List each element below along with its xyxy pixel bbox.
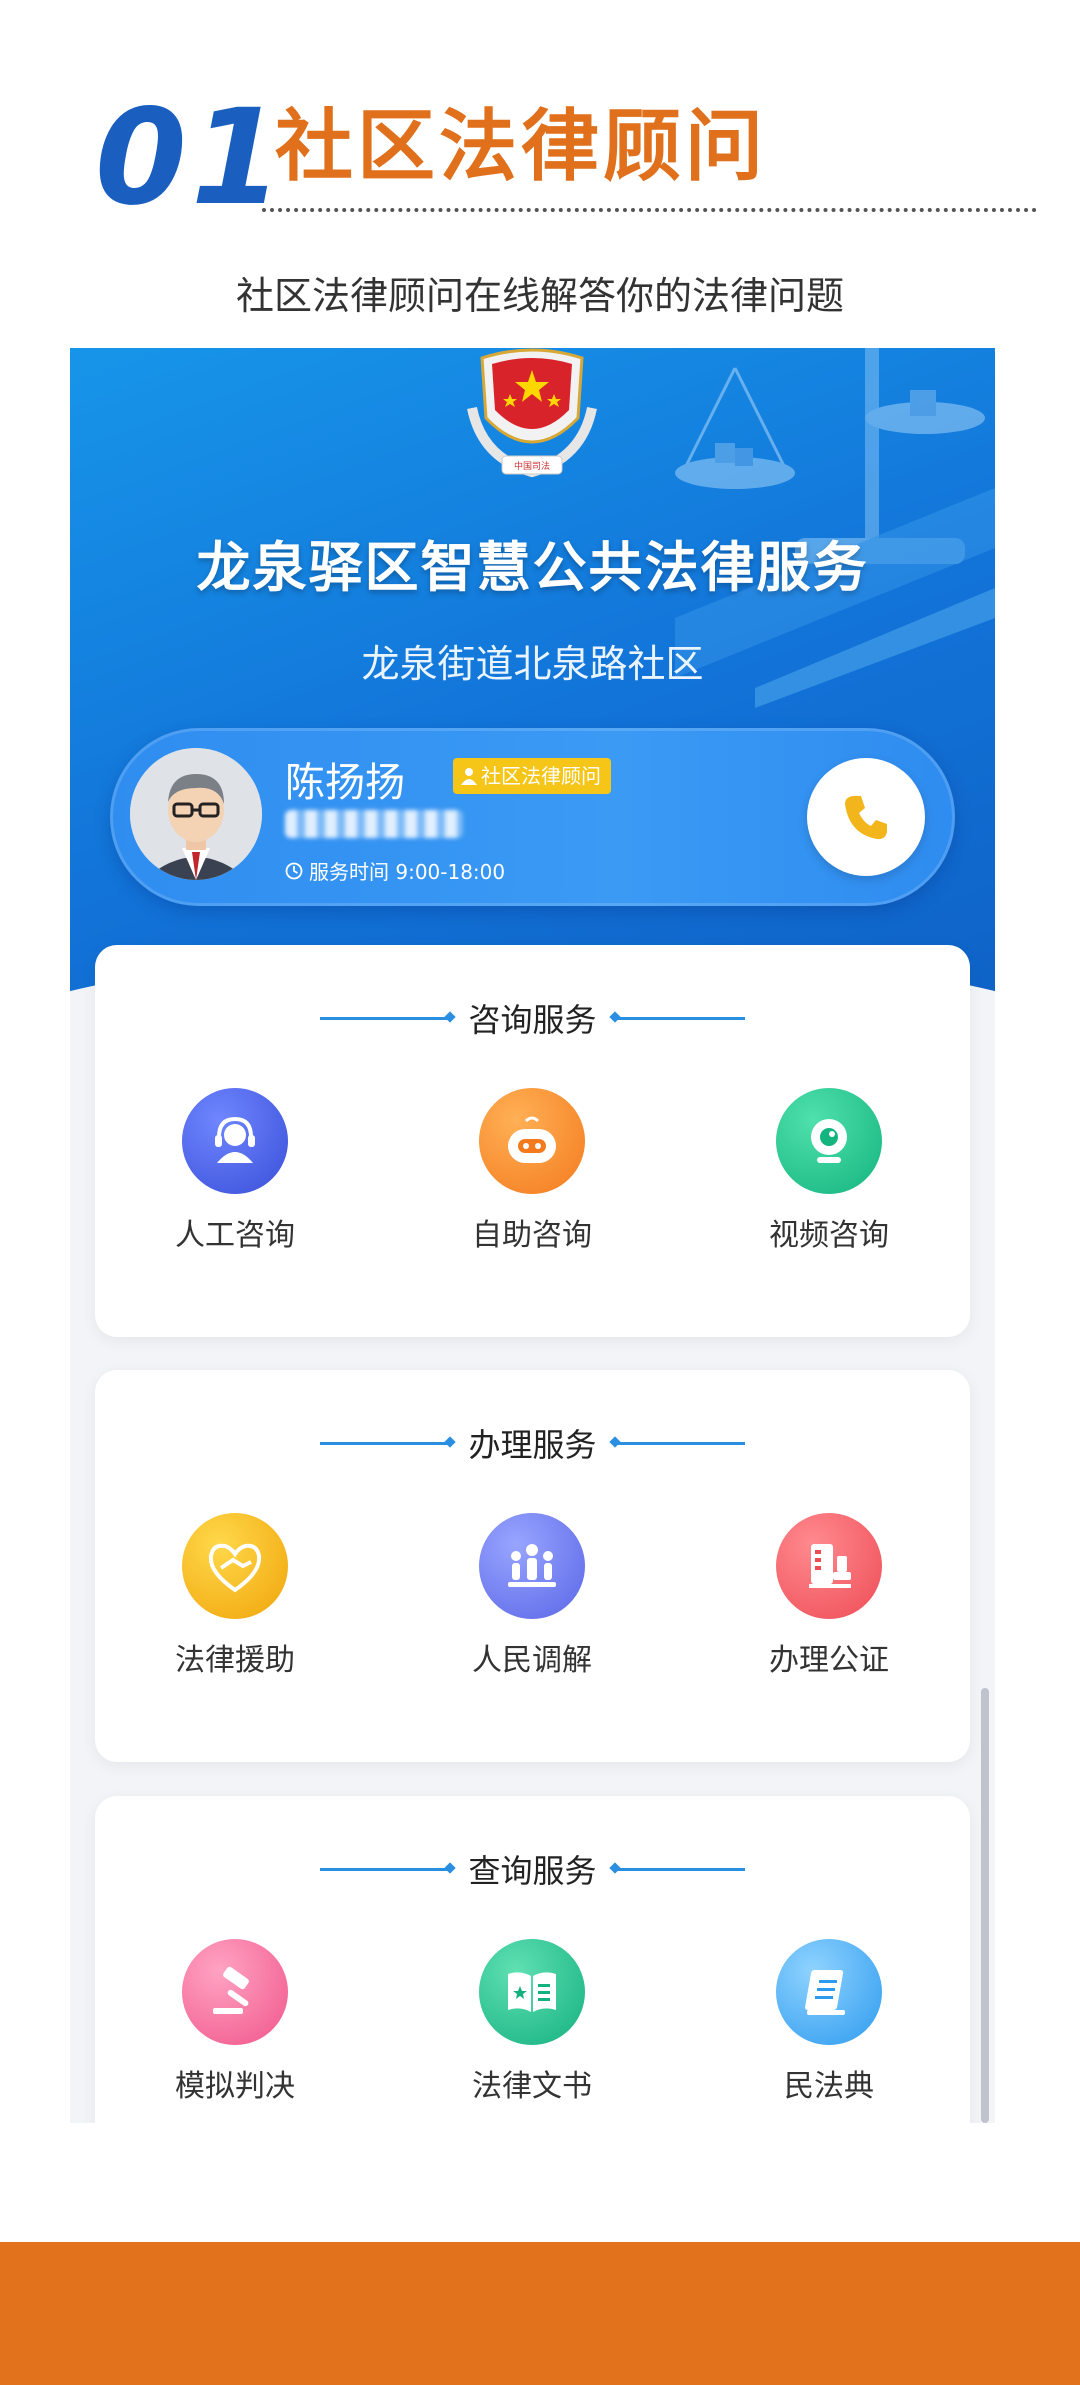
service-item-label: 法律文书: [472, 2069, 592, 2104]
service-item-mock-judgment[interactable]: 模拟判决: [135, 1939, 335, 2105]
headset-person-icon: [182, 1088, 288, 1194]
service-item-notary[interactable]: 办理公证: [729, 1513, 929, 1679]
section-number: 01: [95, 81, 287, 235]
call-button[interactable]: [807, 758, 925, 876]
heading-line-right: [615, 1442, 745, 1445]
notary-stamp-icon: [776, 1513, 882, 1619]
service-item-video-consult[interactable]: 视频咨询: [729, 1088, 929, 1254]
clock-icon: [285, 862, 303, 879]
handshake-heart-icon: [182, 1513, 288, 1619]
emblem-text: 中国司法: [514, 460, 550, 472]
app-screenshot: 中国司法 龙泉驿区智慧公共法律服务 龙泉街道北泉路社区 陈扬扬 社区法律顾问 服…: [70, 348, 995, 2123]
counsel-role-badge: 社区法律顾问: [453, 758, 611, 794]
service-item-label: 模拟判决: [175, 2069, 295, 2104]
service-item-label: 民法典: [784, 2069, 874, 2104]
webcam-icon: [776, 1088, 882, 1194]
counsel-badge-label: 社区法律顾问: [481, 764, 601, 788]
service-hours: 服务时间 9:00-18:00: [285, 856, 505, 885]
service-item-legal-aid[interactable]: 法律援助: [135, 1513, 335, 1679]
scrollbar[interactable]: [981, 1688, 989, 2123]
banner: 中国司法 龙泉驿区智慧公共法律服务 龙泉街道北泉路社区 陈扬扬 社区法律顾问 服…: [70, 348, 995, 1018]
counsel-card[interactable]: 陈扬扬 社区法律顾问 服务时间 9:00-18:00: [110, 728, 955, 906]
service-item-label: 自助咨询: [472, 1218, 592, 1253]
service-item-label: 人工咨询: [175, 1218, 295, 1253]
counsel-phone-redacted: [285, 810, 463, 838]
service-item-label: 人民调解: [472, 1643, 592, 1678]
bottom-band: [0, 2242, 1080, 2385]
counsel-avatar: [130, 748, 262, 880]
card-title: 咨询服务: [468, 1001, 597, 1039]
service-hours-text: 服务时间 9:00-18:00: [309, 860, 506, 884]
card-title: 查询服务: [468, 1852, 597, 1890]
service-item-label: 办理公证: [769, 1643, 889, 1678]
dotted-divider: [262, 208, 1037, 212]
banner-title: 龙泉驿区智慧公共法律服务: [196, 536, 869, 599]
heading-line-right: [615, 1017, 745, 1020]
service-card-consult: 咨询服务 人工咨询 自助咨询 视频咨询: [95, 945, 970, 1337]
service-item-civil-code[interactable]: 民法典: [729, 1939, 929, 2105]
people-group-icon: [479, 1513, 585, 1619]
person-icon: [461, 768, 477, 785]
service-item-label: 视频咨询: [769, 1218, 889, 1253]
section-subtitle: 社区法律顾问在线解答你的法律问题: [235, 274, 844, 318]
phone-icon: [845, 796, 887, 840]
gavel-icon: [182, 1939, 288, 2045]
civil-code-book-icon: [776, 1939, 882, 2045]
robot-icon: [479, 1088, 585, 1194]
section-title: 社区法律顾问: [275, 102, 768, 192]
justice-emblem-icon: 中国司法: [467, 348, 597, 478]
service-item-mediation[interactable]: 人民调解: [432, 1513, 632, 1679]
card-title: 办理服务: [468, 1426, 597, 1464]
banner-subtitle: 龙泉街道北泉路社区: [361, 642, 704, 686]
service-item-self-consult[interactable]: 自助咨询: [432, 1088, 632, 1254]
counsel-name: 陈扬扬: [285, 760, 405, 806]
page: 01 社区法律顾问 社区法律顾问在线解答你的法律问题 中国司法 龙泉驿区智慧公共…: [0, 0, 1080, 2385]
service-item-label: 法律援助: [175, 1643, 295, 1678]
service-card-query: 查询服务 模拟判决 法律文书 民法典: [95, 1796, 970, 2123]
law-book-icon: [479, 1939, 585, 2045]
service-item-legal-documents[interactable]: 法律文书: [432, 1939, 632, 2105]
service-item-manual-consult[interactable]: 人工咨询: [135, 1088, 335, 1254]
heading-line-right: [615, 1868, 745, 1871]
service-card-handle: 办理服务 法律援助 人民调解 办理公证: [95, 1370, 970, 1762]
